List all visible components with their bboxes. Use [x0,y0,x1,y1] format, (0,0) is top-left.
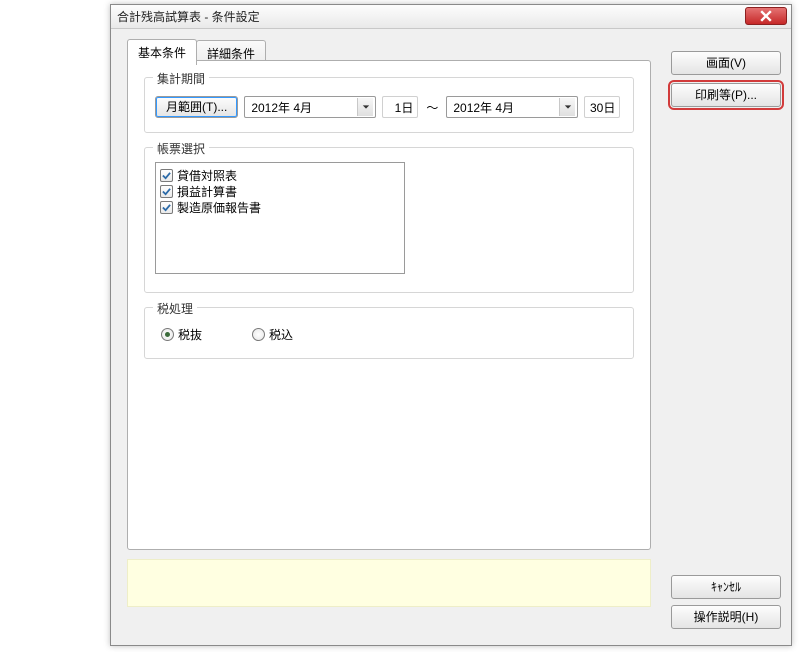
help-button[interactable]: 操作説明(H) [671,605,781,629]
report-item-label: 貸借対照表 [177,167,237,184]
report-item[interactable]: 損益計算書 [160,183,400,199]
tax-option-label: 税込 [269,326,293,343]
group-report: 帳票選択 貸借対照表 損益計算書 製造原価報告書 [144,147,634,293]
cancel-button[interactable]: ｷｬﾝｾﾙ [671,575,781,599]
report-listbox[interactable]: 貸借対照表 損益計算書 製造原価報告書 [155,162,405,274]
close-button[interactable] [745,7,787,25]
group-report-legend: 帳票選択 [153,140,209,157]
radio-icon [252,328,265,341]
screen-button-label: 画面(V) [706,55,746,71]
radio-icon [161,328,174,341]
tab-basic[interactable]: 基本条件 [127,39,197,65]
dialog-window: 合計残高試算表 - 条件設定 基本条件 詳細条件 集計期間 月範囲(T)... [110,4,792,646]
chevron-down-icon [559,98,575,116]
from-day-field[interactable]: 1日 [382,96,418,118]
print-button[interactable]: 印刷等(P)... [671,83,781,107]
chevron-down-icon [357,98,373,116]
titlebar: 合計残高試算表 - 条件設定 [111,5,791,29]
checkbox-icon[interactable] [160,169,173,182]
tab-detail-label: 詳細条件 [207,47,255,61]
tax-row: 税抜 税込 [161,326,293,343]
report-item[interactable]: 貸借対照表 [160,167,400,183]
from-day-value: 1日 [395,99,414,116]
period-row: 月範囲(T)... 2012年 4月 1日 ～ 2012年 4月 [155,96,620,118]
report-item-label: 製造原価報告書 [177,199,261,216]
group-period: 集計期間 月範囲(T)... 2012年 4月 1日 ～ 2012年 4月 [144,77,634,133]
bottom-right-buttons: ｷｬﾝｾﾙ 操作説明(H) [671,575,781,635]
info-area [127,559,651,607]
report-item[interactable]: 製造原価報告書 [160,199,400,215]
close-icon [760,10,772,22]
range-separator: ～ [424,99,440,116]
tax-option-label: 税抜 [178,326,202,343]
group-tax-legend: 税処理 [153,300,197,317]
help-button-label: 操作説明(H) [694,609,759,625]
from-month-combo[interactable]: 2012年 4月 [244,96,376,118]
group-tax: 税処理 税抜 税込 [144,307,634,359]
screen-button[interactable]: 画面(V) [671,51,781,75]
tab-basic-label: 基本条件 [138,46,186,60]
checkbox-icon[interactable] [160,201,173,214]
from-month-value: 2012年 4月 [251,99,351,116]
tax-option-included[interactable]: 税込 [252,326,293,343]
month-range-button-label: 月範囲(T)... [166,99,227,115]
report-item-label: 損益計算書 [177,183,237,200]
tax-option-excluded[interactable]: 税抜 [161,326,202,343]
to-day-field[interactable]: 30日 [584,96,620,118]
checkbox-icon[interactable] [160,185,173,198]
group-period-legend: 集計期間 [153,70,209,87]
to-day-value: 30日 [590,99,615,116]
right-button-column: 画面(V) 印刷等(P)... [671,51,781,115]
tab-panel-basic: 集計期間 月範囲(T)... 2012年 4月 1日 ～ 2012年 4月 [127,60,651,550]
client-area: 基本条件 詳細条件 集計期間 月範囲(T)... 2012年 4月 [111,29,791,645]
month-range-button[interactable]: 月範囲(T)... [155,96,238,118]
print-button-label: 印刷等(P)... [695,87,757,103]
to-month-combo[interactable]: 2012年 4月 [446,96,578,118]
cancel-button-label: ｷｬﾝｾﾙ [711,579,741,595]
to-month-value: 2012年 4月 [453,99,553,116]
window-title: 合計残高試算表 - 条件設定 [117,8,260,25]
